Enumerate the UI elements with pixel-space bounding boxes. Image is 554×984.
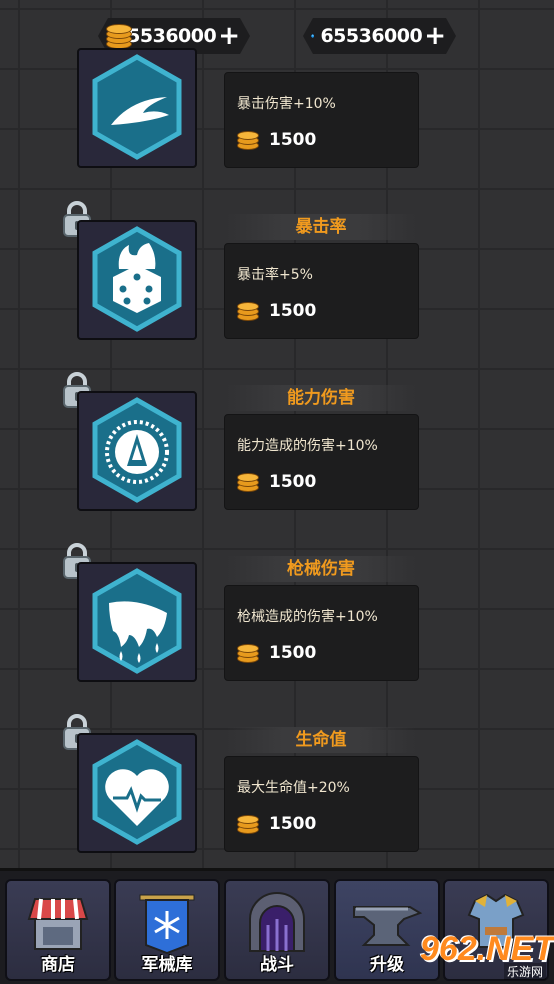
upgrade-icon-box[interactable] (77, 48, 197, 168)
nav-shop-button[interactable]: 商店 (5, 879, 111, 981)
dungeon-gate-icon (249, 892, 305, 952)
coin-icon (237, 471, 261, 493)
nav-label: 战斗 (260, 955, 294, 975)
coin-icon (237, 813, 261, 835)
coin-icon (237, 129, 261, 151)
upgrade-cost[interactable]: 1500 (237, 129, 316, 151)
upgrade-cost[interactable]: 1500 (237, 642, 316, 664)
bleeding-claw-icon (92, 568, 182, 674)
upgrade-info-panel: 能力造成的伤害+10% 1500 (224, 414, 419, 510)
upgrade-info-panel: 最大生命值+20% 1500 (224, 756, 419, 852)
nav-battle-button[interactable]: 战斗 (224, 879, 330, 981)
watermark-logo: 962.NET 乐游网 (416, 930, 554, 982)
upgrade-row-health: 生命值 最大生命值+20% 1500 (0, 713, 554, 863)
cost-amount: 1500 (269, 472, 317, 492)
upgrade-info-panel: 暴击伤害+10% 1500 (224, 72, 419, 168)
nav-label: 军械库 (141, 955, 193, 975)
upgrade-cost[interactable]: 1500 (237, 300, 316, 322)
upgrade-description: 暴击伤害+10% (237, 96, 336, 112)
upgrade-icon-box[interactable] (77, 220, 197, 340)
upgrade-title: 生命值 (226, 727, 416, 753)
cost-amount: 1500 (269, 301, 317, 321)
upgrade-description: 枪械造成的伤害+10% (237, 609, 378, 625)
nav-armory-button[interactable]: 军械库 (114, 879, 220, 981)
upgrade-description: 能力造成的伤害+10% (237, 438, 378, 454)
watermark-sub: 乐游网 (503, 963, 546, 980)
crit-damage-slash-icon (92, 54, 182, 160)
upgrade-row-ability-damage: 能力伤害 能力造成的伤害+10% 1500 (0, 371, 554, 521)
upgrade-info-panel: 枪械造成的伤害+10% 1500 (224, 585, 419, 681)
upgrade-icon-box[interactable] (77, 733, 197, 853)
cost-amount: 1500 (269, 814, 317, 834)
cost-amount: 1500 (269, 130, 317, 150)
flaming-dice-icon (92, 226, 182, 332)
armory-banner-icon (139, 894, 195, 955)
upgrade-title: 暴击率 (226, 214, 416, 240)
heartbeat-icon (92, 739, 182, 845)
nav-label: 商店 (41, 955, 75, 975)
upgrade-cost[interactable]: 1500 (237, 813, 316, 835)
upgrade-cost[interactable]: 1500 (237, 471, 316, 493)
coin-icon (237, 300, 261, 322)
upgrade-row-gun-damage: 枪械伤害 枪械造成的伤害+10% 1500 (0, 542, 554, 692)
upgrade-description: 暴击率+5% (237, 267, 313, 283)
upgrade-row-crit-rate: 暴击率 暴击率+5% 1500 (0, 200, 554, 350)
upgrade-icon-box[interactable] (77, 391, 197, 511)
shop-icon (27, 898, 89, 950)
upgrade-info-panel: 暴击率+5% 1500 (224, 243, 419, 339)
upgrade-title: 枪械伤害 (226, 556, 416, 582)
upgrade-title: 能力伤害 (226, 385, 416, 411)
cost-amount: 1500 (269, 643, 317, 663)
anvil-icon (353, 906, 423, 946)
upgrade-row-crit-damage: 暴击伤害+10% 1500 (0, 40, 554, 190)
spiked-ability-icon (92, 397, 182, 503)
upgrade-icon-box[interactable] (77, 562, 197, 682)
coin-icon (237, 642, 261, 664)
upgrade-description: 最大生命值+20% (237, 780, 350, 796)
